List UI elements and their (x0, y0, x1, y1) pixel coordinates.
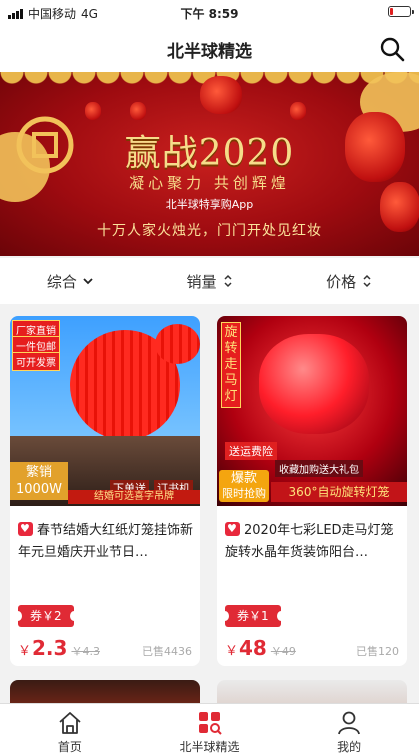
product-badge: 旋转走马灯 (221, 322, 241, 408)
price-row: ￥2.3 ￥4.3 已售4436 (18, 636, 192, 660)
image-caption: 1000W (16, 482, 62, 497)
sort-updown-icon (363, 274, 371, 288)
tab-label: 我的 (337, 740, 362, 754)
sort-updown-icon (223, 274, 232, 288)
image-caption: 送运费险 (225, 442, 277, 460)
banner-tagline: 十万人家火烛光，门门开处见红妆 (97, 223, 322, 239)
tab-label: 首页 (57, 740, 82, 754)
image-caption: 繁销 (25, 465, 52, 480)
product-price: ￥2.3 (18, 636, 68, 660)
status-bar: 中国移动 4G 下午 8:59 (0, 0, 419, 24)
tab-selection[interactable]: 北半球精选 (140, 704, 280, 755)
coupon-badge[interactable]: 券￥1 (221, 605, 285, 627)
banner-slogan: 凝心聚力 共创辉煌 (129, 174, 290, 192)
lantern-decoration (290, 102, 306, 120)
battery-icon (388, 6, 414, 17)
product-card[interactable]: 旋转走马灯 送运费险 收藏加购送大礼包 爆款 限时抢购 360°自动旋转灯笼 2… (217, 316, 407, 666)
status-time: 下午 8:59 (180, 7, 239, 21)
sort-label: 销量 (186, 272, 217, 291)
image-caption: 限时抢购 (222, 487, 266, 500)
tab-home[interactable]: 首页 (0, 704, 140, 755)
image-caption: 收藏加购送大礼包 (275, 460, 363, 477)
user-icon (338, 711, 361, 735)
tab-profile[interactable]: 我的 (279, 704, 419, 755)
original-price: ￥4.3 (71, 645, 100, 658)
product-title-text: 春节结婚大红纸灯笼挂饰新年元旦婚庆开业节日… (18, 523, 194, 560)
image-caption: 结婚可选喜字吊牌 (68, 490, 200, 504)
lantern-decoration (85, 102, 101, 120)
search-icon[interactable] (379, 36, 405, 62)
tab-bar: 首页 北半球精选 我的 (0, 703, 419, 755)
promo-banner[interactable]: 赢战2020 凝心聚力 共创辉煌 北半球特享购App 十万人家火烛光，门门开处见… (0, 72, 419, 256)
navigation-bar: 北半球精选 (0, 24, 419, 72)
heart-tag-icon (18, 518, 33, 540)
product-price: ￥48 (225, 636, 267, 660)
sort-comprehensive[interactable]: 综合 (0, 258, 140, 304)
lantern-decoration (200, 76, 242, 114)
paper-lantern-graphic (155, 324, 200, 364)
sort-label: 综合 (46, 272, 77, 291)
sort-label: 价格 (326, 272, 357, 291)
crystal-lantern-graphic (259, 334, 369, 434)
chevron-down-icon (83, 278, 93, 285)
image-caption: 爆款 (230, 471, 257, 486)
product-image[interactable]: 旋转走马灯 送运费险 收藏加购送大礼包 爆款 限时抢购 360°自动旋转灯笼 (217, 316, 407, 506)
product-card[interactable]: 厂家直销 一件包邮 可开发票 繁销 1000W 下单送 订书机 结婚可选喜字吊牌… (10, 316, 200, 666)
image-caption: 360°自动旋转灯笼 (271, 482, 407, 502)
heart-tag-icon (225, 518, 240, 540)
banner-headline: 赢战2020 (124, 133, 295, 174)
product-badge: 可开发票 (12, 352, 60, 371)
selection-grid-icon (198, 712, 222, 735)
sort-bar: 综合 销量 价格 (0, 258, 419, 304)
banner-app-name: 北半球特享购App (165, 198, 254, 211)
sold-count: 已售120 (356, 645, 399, 658)
sort-sales[interactable]: 销量 (140, 258, 280, 304)
product-title-text: 2020年七彩LED走马灯笼旋转水晶年货装饰阳台… (225, 523, 394, 560)
sold-count: 已售4436 (142, 645, 192, 658)
price-row: ￥48 ￥49 已售120 (225, 636, 399, 660)
lantern-decoration (130, 102, 146, 120)
tab-label: 北半球精选 (179, 740, 240, 754)
sort-price[interactable]: 价格 (279, 258, 419, 304)
original-price: ￥49 (270, 645, 296, 658)
coupon-badge[interactable]: 券￥2 (14, 605, 78, 627)
product-title[interactable]: 春节结婚大红纸灯笼挂饰新年元旦婚庆开业节日… (18, 518, 194, 564)
product-title[interactable]: 2020年七彩LED走马灯笼旋转水晶年货装饰阳台… (225, 518, 401, 564)
page-title: 北半球精选 (167, 42, 252, 62)
home-icon (59, 712, 81, 734)
product-image[interactable]: 厂家直销 一件包邮 可开发票 繁销 1000W 下单送 订书机 结婚可选喜字吊牌 (10, 316, 200, 506)
